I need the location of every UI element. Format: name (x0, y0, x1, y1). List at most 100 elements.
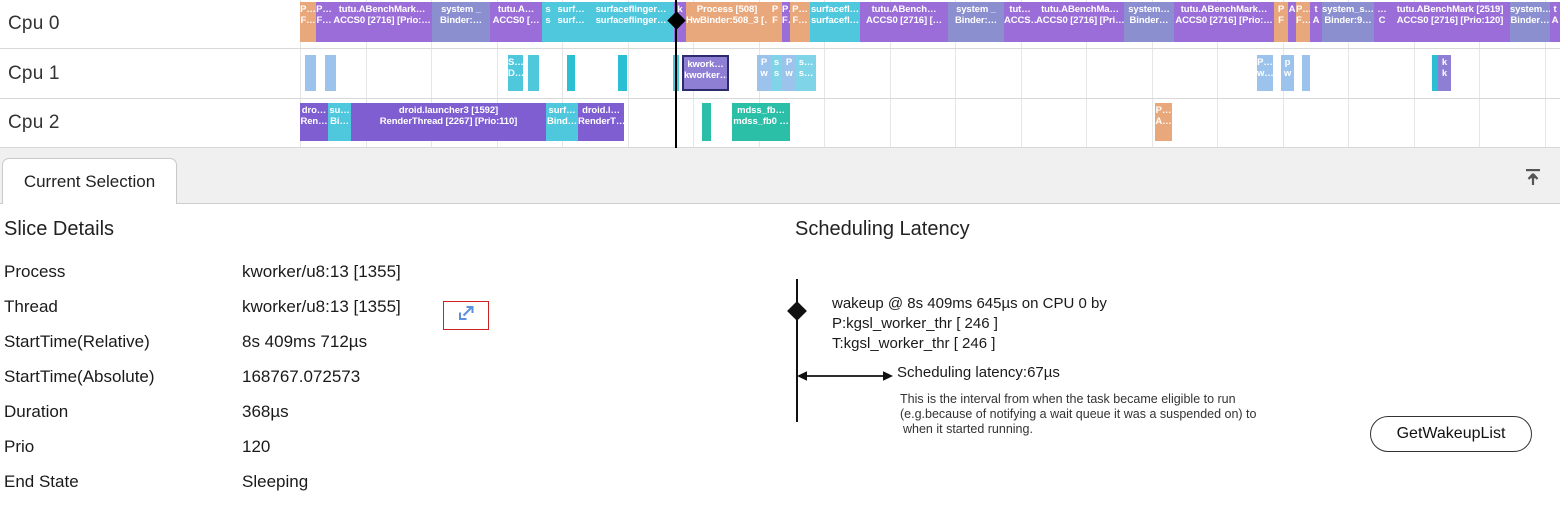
timeline-slice[interactable]: tutu.ABenchMark… ACCS0 [2716] [Prio:… (332, 2, 432, 42)
timeline-slice[interactable]: su… Bi… (328, 103, 351, 141)
timeline-slice[interactable]: Process [508] HwBinder:508_3 [… (686, 2, 768, 42)
external-link-icon[interactable] (456, 303, 476, 328)
slice-label-line2: ACCS… (1004, 15, 1036, 26)
slice-label-line2: w (1283, 68, 1292, 79)
timeline-slice[interactable]: surf… surf… (554, 2, 588, 42)
timeline-slice[interactable]: mdss_fb… mdss_fb0 … (732, 103, 790, 141)
slice-label-line2: w (760, 68, 768, 79)
slice-label-line1: system _ (441, 4, 481, 15)
timeline-slice[interactable] (1302, 55, 1310, 91)
slice-label-line2: F… (316, 15, 332, 26)
timeline-slice[interactable]: tutu.ABench… ACCS0 [2716] [… (860, 2, 948, 42)
timeline-slice[interactable]: P…F… (300, 2, 316, 42)
timeline-slice[interactable]: tA (1310, 2, 1322, 42)
timeline-slice[interactable] (702, 103, 711, 141)
timeline-gridline (431, 49, 432, 98)
slice-label-line2: F… (1296, 15, 1310, 26)
timeline-gridline (1020, 49, 1022, 98)
timeline-slice[interactable]: ss (542, 2, 554, 42)
timeline-slice[interactable]: S… D… (508, 55, 523, 91)
timeline-slice[interactable]: surfacefl… surfacefl… (810, 2, 860, 42)
timeline-slice[interactable]: PF (768, 2, 782, 42)
timeline-slice[interactable]: P… A… (1155, 103, 1172, 141)
track-canvas-cpu1[interactable]: S… D… kwork… kworker… Pw s s Pw s… s… P… w… p w k k (300, 49, 1560, 98)
timeline-slice[interactable] (305, 55, 316, 91)
wakeup-line-2: P:kgsl_worker_thr [ 246 ] (832, 315, 998, 332)
timeline-slice[interactable]: ss (771, 55, 782, 91)
track-row-cpu0[interactable]: Cpu 0 P… F… P… F… tutu.ABenchMark… ACCS0 [271… (0, 0, 1560, 49)
timeline-gridline (1086, 99, 1087, 147)
slice-label-line1: tutu.A… (497, 4, 535, 15)
timeline-gridline (889, 99, 891, 147)
timeline-slice[interactable]: system… Binder… (1510, 2, 1550, 42)
slice-label-line2: ACCS0 [2716] [Prio:… (333, 15, 431, 26)
slice-label-line2: F… (792, 15, 808, 26)
timeline-gridline (1348, 49, 1349, 98)
timeline-slice[interactable]: tutu.A… ACCS0 [… (490, 2, 542, 42)
timeline-slice[interactable]: system_s… Binder:9… (1322, 2, 1374, 42)
timeline-slice[interactable]: pw (1281, 55, 1294, 91)
timeline-slice[interactable]: tut…ACCS… (1004, 2, 1036, 42)
timeline-slice[interactable] (325, 55, 336, 91)
timeline-slice[interactable]: P…F… (782, 2, 790, 42)
timeline-slice[interactable] (618, 55, 627, 91)
timeline-slice[interactable]: dro… Ren… (300, 103, 328, 141)
timeline-slice[interactable]: surfaceflinger… surfaceflinger… (588, 2, 674, 42)
slice-detail-key: StartTime(Relative) (4, 332, 150, 351)
timeline-slice[interactable]: s… s… (796, 55, 816, 91)
slice-label-line1: surf… (548, 105, 576, 116)
timeline-slice[interactable]: P…F… (1296, 2, 1310, 42)
timeline-gridline (1282, 99, 1284, 147)
timeline-slice[interactable]: P…F… (790, 2, 810, 42)
slice-label-line1: P (771, 4, 779, 15)
slice-label-line2: F (772, 15, 778, 26)
timeline-slice[interactable]: tA (1550, 2, 1560, 42)
timeline-slice[interactable]: droid.l… RenderT… (578, 103, 624, 141)
timeline-slice[interactable]: droid.launcher3 [1592] RenderThread [2267… (351, 103, 546, 141)
thread-link-highlight-box[interactable] (443, 301, 489, 330)
timeline-slice[interactable]: tutu.ABenchMark [2519] ACCS0 [2716] [Prio… (1390, 2, 1510, 42)
timeline-slice[interactable]: PF (1274, 2, 1288, 42)
timeline-slice[interactable]: tutu.ABenchMark… ACCS0 [2716] [Prio:… (1174, 2, 1274, 42)
timeline-gridline (1479, 49, 1480, 98)
slice-detail-key: StartTime(Absolute) (4, 367, 155, 386)
slice-label-line2: C (1378, 15, 1386, 26)
slice-detail-value: 8s 409ms 712µs (242, 332, 368, 351)
slice-detail-key: Process (4, 262, 66, 281)
slice-label-line2: RenderT… (578, 116, 624, 127)
slice-label-line1: tut… (1009, 4, 1031, 15)
timeline-slice[interactable]: A (1288, 2, 1296, 42)
timeline-slice[interactable] (528, 55, 539, 91)
timeline-gridline (300, 49, 301, 98)
timeline-slice[interactable]: system _ Binder:… (948, 2, 1004, 42)
timeline-slice[interactable]: P…F… (316, 2, 332, 42)
track-row-cpu1[interactable]: Cpu 1 S… D… kwork… kworker… Pw s s Pw s… s… P… w… p w… (0, 49, 1560, 99)
slice-label-line1: kwork… (687, 59, 724, 70)
timeline-slice[interactable]: Pw (757, 55, 771, 91)
timeline-slice[interactable]: tutu.ABenchMa… ACCS0 [2716] [Pri… (1036, 2, 1124, 42)
pin-to-top-icon[interactable] (1518, 162, 1548, 192)
slice-label-line1: s (773, 57, 780, 68)
slice-label-line2: w… (1257, 68, 1273, 79)
track-row-cpu2[interactable]: Cpu 2 dro… Ren… su… Bi… droid.launcher3 [159… (0, 99, 1560, 148)
timeline-slice[interactable]: P… w… (1257, 55, 1273, 91)
track-label-cpu0: Cpu 0 (8, 13, 60, 34)
timeline-slice[interactable] (567, 55, 575, 91)
timeline-slice[interactable]: system… Binder… (1124, 2, 1174, 42)
tab-current-selection[interactable]: Current Selection (2, 158, 177, 204)
timeline-gridline (496, 49, 498, 98)
timeline-slice[interactable]: Pw (782, 55, 796, 91)
timeline-slice[interactable]: surf… Bind… (546, 103, 578, 141)
slice-detail-key: End State (4, 472, 79, 491)
timeline-slice[interactable]: system _ Binder:… (432, 2, 490, 42)
timeline-slice[interactable]: kwork… kworker… (682, 55, 729, 91)
track-canvas-cpu2[interactable]: dro… Ren… su… Bi… droid.launcher3 [1592] Rend… (300, 99, 1560, 147)
slice-detail-value: Sleeping (242, 472, 309, 491)
timeline-tracks[interactable]: Cpu 0 P… F… P… F… tutu.ABenchMark… ACCS0 [271… (0, 0, 1560, 148)
slice-label-line2: Binder… (1129, 15, 1169, 26)
timeline-slice[interactable]: kk (1438, 55, 1451, 91)
track-canvas-cpu0[interactable]: P… F… P… F… tutu.ABenchMark… ACCS0 [2716] [Pr… (300, 0, 1560, 48)
slice-detail-row: StartTime(Absolute) 168767.072573 (4, 367, 704, 391)
slice-label-line2: ACCS0 [2716] [Pri… (1036, 15, 1124, 26)
timeline-slice[interactable]: … C (1374, 2, 1390, 42)
